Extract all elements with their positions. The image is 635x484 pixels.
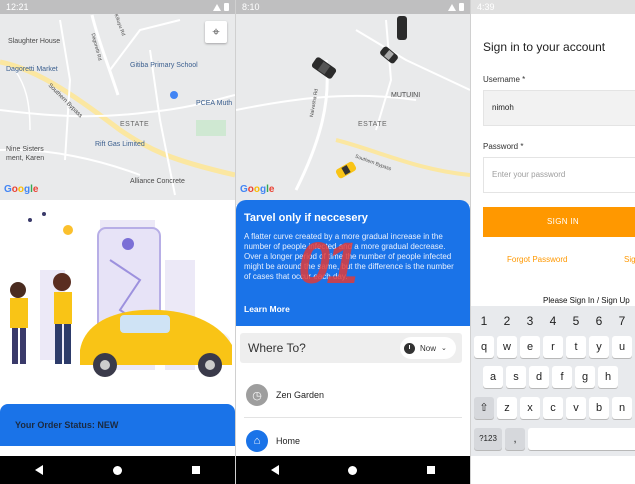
sign-in-button[interactable]: SIGN IN <box>483 207 635 237</box>
chevron-down-icon: ⌄ <box>441 345 447 352</box>
battery-icon <box>224 3 229 11</box>
status-time: 12:21 <box>6 2 29 12</box>
recents-icon[interactable] <box>192 466 200 474</box>
key-letter[interactable]: w <box>497 336 517 358</box>
map-label: Slaughter House <box>8 38 61 45</box>
back-icon[interactable] <box>270 465 279 475</box>
key-letter[interactable]: e <box>520 336 540 358</box>
key-letter[interactable]: f <box>552 366 572 388</box>
key-letter[interactable]: x <box>520 397 540 419</box>
key-letter[interactable]: u <box>612 336 632 358</box>
key-letter[interactable]: a <box>483 366 503 388</box>
forgot-password-link[interactable]: Forgot Password <box>507 255 567 264</box>
taxi-illustration <box>0 200 235 400</box>
username-field[interactable]: nimoh <box>483 90 635 126</box>
battery-icon <box>459 3 464 11</box>
wifi-icon <box>448 3 456 11</box>
map-view[interactable]: MUTUINI ESTATE Southern Bypass Naivasha … <box>236 0 470 205</box>
home-circle-icon[interactable] <box>113 465 122 475</box>
my-location-icon: ⌖ <box>212 24 220 39</box>
shift-key-icon[interactable]: ⇧ <box>474 397 494 419</box>
back-icon[interactable] <box>35 465 43 475</box>
wifi-icon <box>213 3 221 11</box>
recents-icon[interactable] <box>427 466 436 474</box>
key-letter[interactable]: q <box>474 336 494 358</box>
list-divider <box>244 417 462 418</box>
map-label: Alliance Concrete <box>130 178 185 185</box>
map-label: ment, Karen <box>6 155 45 162</box>
key-letter[interactable]: y <box>589 336 609 358</box>
map-view[interactable]: Slaughter House Dagoretti Market Gitiba … <box>0 0 235 200</box>
map-label: Dagoretti Market <box>6 66 58 73</box>
my-location-button[interactable]: ⌖ <box>205 21 227 43</box>
illustration-graphic <box>10 212 232 377</box>
space-key[interactable] <box>528 428 635 450</box>
map-label: ESTATE <box>120 121 150 128</box>
map-label: Gitiba Primary School <box>130 62 198 69</box>
place-label: Zen Garden <box>276 390 325 400</box>
map-roads <box>236 0 470 205</box>
key-number[interactable]: 1 <box>474 314 494 328</box>
key-number[interactable]: 6 <box>589 314 609 328</box>
on-screen-keyboard: 1 2 3 4 5 6 7 q w e r t y u a s d f g h … <box>471 306 635 456</box>
status-time: 8:10 <box>242 2 260 12</box>
key-letter[interactable]: n <box>612 397 632 419</box>
saved-place-item[interactable]: ⌂ Home <box>246 429 460 453</box>
status-bar: 4:39 <box>471 0 635 14</box>
system-nav-bar <box>0 456 235 484</box>
map-label: Nine Sisters <box>6 146 44 153</box>
password-field[interactable]: Enter your password <box>483 157 635 193</box>
order-status-text: Your Order Status: NEW <box>15 420 119 430</box>
saved-place-item[interactable]: ◷ Zen Garden <box>246 383 460 407</box>
page-title: Sign in to your account <box>483 40 606 54</box>
sign-in-hint: Please Sign In / Sign Up <box>543 296 630 305</box>
status-time: 4:39 <box>477 2 495 12</box>
key-letter[interactable]: h <box>598 366 618 388</box>
key-letter[interactable]: c <box>543 397 563 419</box>
clock-icon: ◷ <box>246 384 268 406</box>
map-label: MUTUINI <box>391 92 421 99</box>
map-label: ESTATE <box>358 121 388 128</box>
symbols-key[interactable]: ?123 <box>474 428 502 450</box>
key-letter[interactable]: g <box>575 366 595 388</box>
key-letter[interactable]: z <box>497 397 517 419</box>
order-status-bar[interactable]: Your Order Status: NEW <box>0 404 235 446</box>
time-select-label: Now <box>420 343 437 353</box>
where-to-bar[interactable]: Where To? Now ⌄ <box>240 333 462 363</box>
home-icon: ⌂ <box>246 430 268 452</box>
google-logo: Google <box>240 184 275 195</box>
clock-icon <box>404 342 415 354</box>
key-number[interactable]: 7 <box>612 314 632 328</box>
home-circle-icon[interactable] <box>348 465 358 475</box>
screen-number-watermark: 01 <box>298 231 358 296</box>
place-label: Home <box>276 436 301 446</box>
key-letter[interactable]: r <box>543 336 563 358</box>
key-letter[interactable]: v <box>566 397 586 419</box>
key-number[interactable]: 4 <box>543 314 563 328</box>
key-letter[interactable]: d <box>529 366 549 388</box>
system-nav-bar <box>236 456 470 484</box>
time-select-button[interactable]: Now ⌄ <box>400 337 456 359</box>
sign-up-link[interactable]: Sig <box>624 255 635 264</box>
key-number[interactable]: 5 <box>566 314 586 328</box>
status-bar: 12:21 <box>0 0 235 14</box>
comma-key[interactable]: , <box>505 428 525 450</box>
map-label: PCEA Muth <box>196 100 233 107</box>
promo-title: Tarvel only if neccesery <box>244 212 368 224</box>
learn-more-link[interactable]: Learn More <box>244 304 290 314</box>
key-letter[interactable]: b <box>589 397 609 419</box>
google-logo: Google <box>4 184 39 195</box>
key-number[interactable]: 3 <box>520 314 540 328</box>
key-letter[interactable]: t <box>566 336 586 358</box>
key-letter[interactable]: s <box>506 366 526 388</box>
password-label: Password * <box>483 142 524 151</box>
where-to-label: Where To? <box>248 341 306 355</box>
status-bar: 8:10 <box>236 0 470 14</box>
screen-order-status: Slaughter House Dagoretti Market Gitiba … <box>0 0 235 484</box>
key-number[interactable]: 2 <box>497 314 517 328</box>
screen-sign-in: 4:39 Sign in to your account Username * … <box>471 0 635 484</box>
username-label: Username * <box>483 75 526 84</box>
map-label: Rift Gas Limited <box>95 141 145 148</box>
screen-where-to: MUTUINI ESTATE Southern Bypass Naivasha … <box>236 0 470 484</box>
